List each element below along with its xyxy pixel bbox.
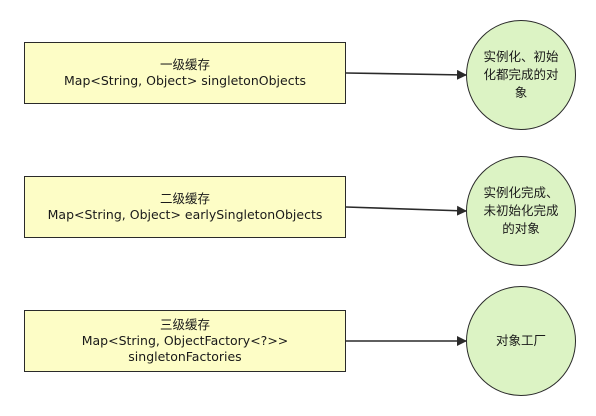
cache-box-title: 三级缓存	[159, 317, 210, 332]
cache-box-level-3: 三级缓存 Map<String, ObjectFactory<?>> singl…	[24, 310, 346, 372]
cache-box-field: Map<String, Object> earlySingletonObject…	[47, 207, 323, 222]
state-circle-label: 对象工厂	[495, 333, 546, 348]
state-circle-level-3: 对象工厂	[466, 286, 576, 396]
cache-box-field: Map<String, Object> singletonObjects	[64, 73, 306, 88]
arrow-level-2	[345, 205, 467, 216]
arrow-level-1	[345, 69, 467, 80]
cache-box-level-1: 一级缓存 Map<String, Object> singletonObject…	[24, 42, 346, 104]
state-circle-label: 实例化完成、未初始化完成的对象	[483, 185, 559, 236]
cache-box-title: 二级缓存	[159, 191, 210, 206]
cache-box-level-2: 二级缓存 Map<String, Object> earlySingletonO…	[24, 176, 346, 238]
state-circle-label: 实例化、初始化都完成的对象	[483, 49, 559, 100]
cache-diagram: 一级缓存 Map<String, Object> singletonObject…	[0, 0, 596, 416]
cache-box-title: 一级缓存	[159, 57, 210, 72]
cache-box-field-name: singletonFactories	[128, 349, 242, 364]
state-circle-level-1: 实例化、初始化都完成的对象	[466, 20, 576, 130]
state-circle-level-2: 实例化完成、未初始化完成的对象	[466, 156, 576, 266]
cache-box-field: Map<String, ObjectFactory<?>>	[81, 333, 289, 348]
